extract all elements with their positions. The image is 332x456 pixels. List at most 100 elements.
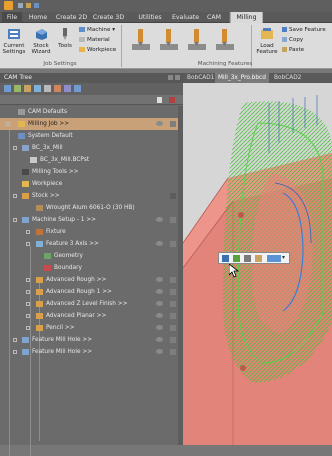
open-file-icon[interactable] [26,3,31,8]
tree-tool-7-icon[interactable] [64,85,71,92]
lock-icon[interactable] [170,301,176,307]
feature-3-axis-icon[interactable] [158,27,180,53]
tree-item-system-default[interactable]: System Default [0,130,183,142]
lock-icon[interactable] [170,277,176,283]
tree-item-milling-tools[interactable]: Milling Tools >> [0,166,183,178]
tree-tool-4-icon[interactable] [34,85,41,92]
tab-cam[interactable]: CAM [203,12,225,23]
visibility-icon[interactable] [156,301,163,306]
lock-icon[interactable] [170,337,176,343]
lock-icon[interactable] [170,241,176,247]
tree-item-geometry[interactable]: Geometry [0,250,183,262]
expand-icon[interactable] [13,350,17,354]
tab-file[interactable]: File [2,12,22,23]
pencil-icon[interactable] [157,97,162,103]
collapse-icon[interactable] [26,242,30,246]
tab-milling[interactable]: Milling [230,12,263,23]
app-logo-icon[interactable] [4,1,13,10]
lock-icon[interactable] [170,289,176,295]
machine-button[interactable]: Machine ▾ [79,27,115,34]
tab-home[interactable]: Home [25,12,51,23]
expand-icon[interactable] [26,302,30,306]
visibility-icon[interactable] [156,277,163,282]
tree-item-boundary[interactable]: Boundary [0,262,183,274]
tree-item-bc-3x-mill[interactable]: BC_3x_Mill [0,142,183,154]
tree-item-advanced-rough[interactable]: Advanced Rough >> [0,274,183,286]
tab-evaluate[interactable]: Evaluate [170,12,201,23]
tree-tool-3-icon[interactable] [24,85,31,92]
simulate-icon[interactable] [233,255,240,262]
tree-tool-8-icon[interactable] [74,85,81,92]
lock-icon[interactable] [170,349,176,355]
pencil-icon[interactable] [170,193,176,199]
tree-item-fixture[interactable]: Fixture [0,226,183,238]
tab-bobcad1[interactable]: BobCAD1 [184,73,217,83]
tab-bobcad2[interactable]: BobCAD2 [271,73,304,83]
tree-item-post[interactable]: BC_3x_Mill.BCPst [0,154,183,166]
tree-item-workpiece[interactable]: Workpiece [0,178,183,190]
close-icon[interactable] [175,75,180,80]
workpiece-button[interactable]: Workpiece [79,47,116,54]
visibility-icon[interactable] [156,289,163,294]
copy-button[interactable]: Copy [282,37,303,44]
visibility-icon[interactable] [156,337,163,342]
collapse-icon[interactable] [13,146,17,150]
tab-utilities[interactable]: Utilities [135,12,165,23]
current-settings-button[interactable]: Current Settings [2,27,26,55]
toggle-icon[interactable] [169,97,175,103]
tree-tool-6-icon[interactable] [54,85,61,92]
pin-icon[interactable] [168,75,173,80]
tree-item-advanced-planar[interactable]: Advanced Planar >> [0,310,183,322]
tree-item-material[interactable]: Wrought Alum 6061-O (30 HB) [0,202,183,214]
chevron-down-icon[interactable]: ▾ [282,254,285,261]
material-button[interactable]: Material [79,37,110,44]
collapse-icon[interactable] [6,122,10,126]
lock-icon[interactable] [170,121,176,127]
expand-icon[interactable] [26,314,30,318]
save-feature-button[interactable]: Save Feature [282,27,326,34]
tree-item-advanced-rough-1[interactable]: Advanced Rough 1 >> [0,286,183,298]
tree-tool-5-icon[interactable] [44,85,51,92]
lock-icon[interactable] [170,217,176,223]
paste-button[interactable]: Paste [282,47,304,54]
expand-icon[interactable] [13,338,17,342]
visibility-icon[interactable] [156,313,163,318]
tree-item-feature-mill-hole-1[interactable]: Feature Mill Hole >> [0,334,183,346]
tree-item-stock[interactable]: Stock >> [0,190,183,202]
save-icon[interactable] [34,3,39,8]
tree-item-feature-mill-hole-2[interactable]: Feature Mill Hole >> [0,346,183,358]
lock-icon[interactable] [170,313,176,319]
expand-icon[interactable] [26,326,30,330]
tab-create-3d[interactable]: Create 3D [91,12,126,23]
3d-viewport[interactable] [183,83,332,445]
feature-5-axis-icon[interactable] [214,27,236,53]
line-style-icon[interactable] [244,255,251,262]
collapse-icon[interactable] [13,218,17,222]
lock-icon[interactable] [170,325,176,331]
new-file-icon[interactable] [18,3,23,8]
visibility-icon[interactable] [156,325,163,330]
feature-2-axis-icon[interactable] [130,27,152,53]
load-feature-button[interactable]: Load Feature [255,27,279,55]
visibility-icon[interactable] [156,217,163,222]
tree-tool-1-icon[interactable] [4,85,11,92]
tree-item-feature-3-axis[interactable]: Feature 3 Axis >> [0,238,183,250]
layer-dropdown[interactable] [267,255,281,262]
tree-item-machine-setup[interactable]: Machine Setup - 1 >> [0,214,183,226]
tree-item-advanced-z-level-finish[interactable]: Advanced Z Level Finish >> [0,298,183,310]
toolpath-display-icon[interactable] [222,255,229,262]
collapse-icon[interactable] [13,194,17,198]
tree-tool-2-icon[interactable] [14,85,21,92]
visibility-icon[interactable] [156,349,163,354]
tab-mill-3x-pro[interactable]: Mill_3x_Pro.bbcd [215,73,269,83]
tree-item-milling-job[interactable]: Milling Job >> [0,118,183,130]
expand-icon[interactable] [26,290,30,294]
stock-wizard-button[interactable]: Stock Wizard [29,27,53,55]
visibility-icon[interactable] [156,241,163,246]
expand-icon[interactable] [26,230,30,234]
visibility-icon[interactable] [156,121,163,126]
tree-item-pencil[interactable]: Pencil >> [0,322,183,334]
expand-icon[interactable] [26,278,30,282]
color-icon[interactable] [255,255,262,262]
tree-item-cam-defaults[interactable]: CAM Defaults [0,106,183,118]
